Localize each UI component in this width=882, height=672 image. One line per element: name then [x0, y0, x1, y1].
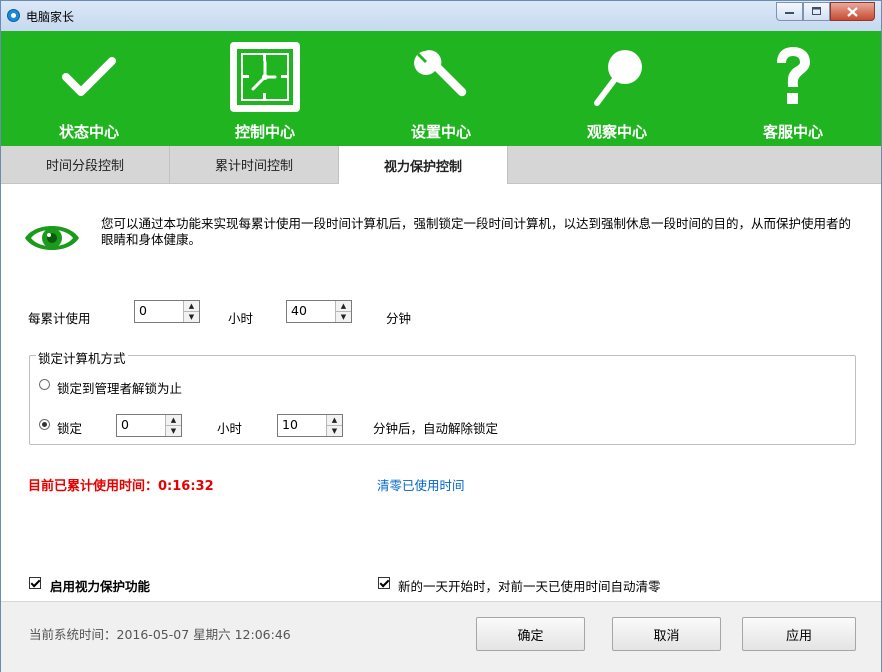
close-icon	[847, 6, 858, 17]
apply-button[interactable]: 应用	[742, 617, 856, 651]
nav-item-observe[interactable]: 观察中心	[531, 31, 703, 146]
usage-hours-value[interactable]: 0	[135, 301, 183, 322]
usage-hours-unit: 小时	[228, 311, 254, 326]
magnifier-icon	[577, 37, 657, 117]
main-nav: 状态中心 控制中心 设置中心 观察中心 客服中心	[1, 31, 881, 146]
footer-bar: 当前系统时间：2016-05-07 星期六 12:06:46 确定 取消 应用	[1, 601, 881, 672]
enable-vision-protection-checkbox[interactable]	[29, 577, 41, 589]
current-usage-time: 目前已累计使用时间：0:16:32	[28, 479, 214, 494]
spin-up-icon[interactable]: ▲	[336, 301, 351, 311]
usage-hours-stepper[interactable]: 0 ▲ ▼	[134, 300, 200, 323]
maximize-button[interactable]	[803, 2, 830, 21]
spin-down-icon[interactable]: ▼	[327, 425, 342, 436]
clear-usage-link[interactable]: 清零已使用时间	[377, 475, 465, 494]
lock-hours-unit: 小时	[217, 421, 243, 436]
system-time: 当前系统时间：2016-05-07 星期六 12:06:46	[29, 627, 291, 642]
nav-label-settings: 设置中心	[410, 123, 471, 141]
lock-method-title: 锁定计算机方式	[36, 348, 128, 367]
nav-item-status[interactable]: 状态中心	[3, 31, 175, 146]
vision-protection-panel: 您可以通过本功能来实现每累计使用一段时间计算机后，强制锁定一段时间计算机，以达到…	[1, 184, 881, 601]
lock-timed-radio[interactable]	[39, 419, 50, 430]
feature-description: 您可以通过本功能来实现每累计使用一段时间计算机后，强制锁定一段时间计算机，以达到…	[101, 216, 852, 247]
clock-icon	[225, 37, 305, 117]
minimize-icon	[784, 11, 794, 14]
nav-item-control[interactable]: 控制中心	[179, 31, 351, 146]
spin-up-icon[interactable]: ▲	[327, 415, 342, 425]
eye-icon	[25, 226, 79, 250]
nav-item-support[interactable]: 客服中心	[707, 31, 879, 146]
checkmark-icon	[49, 37, 129, 117]
nav-label-observe: 观察中心	[586, 123, 647, 141]
window-controls	[776, 2, 875, 21]
maximize-icon	[811, 7, 821, 15]
spin-down-icon[interactable]: ▼	[184, 311, 199, 322]
lock-hours-stepper[interactable]: 0 ▲ ▼	[116, 414, 182, 437]
spin-up-icon[interactable]: ▲	[184, 301, 199, 311]
lock-minutes-stepper[interactable]: 10 ▲ ▼	[277, 414, 343, 437]
spin-up-icon[interactable]: ▲	[166, 415, 181, 425]
tab-cumulative-time[interactable]: 累计时间控制	[170, 146, 339, 183]
nav-label-status: 状态中心	[58, 123, 119, 141]
tab-vision-protection[interactable]: 视力保护控制	[339, 146, 508, 184]
spin-down-icon[interactable]: ▼	[166, 425, 181, 436]
ok-button[interactable]: 确定	[476, 617, 585, 651]
enable-vision-protection-label[interactable]: 启用视力保护功能	[50, 576, 150, 595]
close-button[interactable]	[830, 2, 875, 21]
auto-reset-label[interactable]: 新的一天开始时，对前一天已使用时间自动清零	[398, 576, 661, 595]
spin-down-icon[interactable]: ▼	[336, 311, 351, 322]
wrench-icon	[401, 37, 481, 117]
auto-reset-checkbox[interactable]	[378, 577, 390, 589]
nav-label-control: 控制中心	[234, 123, 295, 141]
usage-minutes-stepper[interactable]: 40 ▲ ▼	[286, 300, 352, 323]
minimize-button[interactable]	[776, 2, 803, 21]
app-logo-icon	[7, 9, 20, 22]
lock-timed-label[interactable]: 锁定	[57, 418, 82, 437]
nav-label-support: 客服中心	[762, 123, 823, 141]
lock-until-admin-radio[interactable]	[39, 379, 50, 390]
app-window: 电脑家长 状态中心 控制中心 设置中心 观察中心 客服中心 时间分段控制 累计时…	[0, 0, 882, 672]
lock-hours-value[interactable]: 0	[117, 415, 165, 436]
usage-minutes-unit: 分钟	[386, 311, 412, 326]
lock-minutes-value[interactable]: 10	[278, 415, 326, 436]
usage-minutes-value[interactable]: 40	[287, 301, 335, 322]
lock-until-admin-label[interactable]: 锁定到管理者解锁为止	[57, 378, 182, 397]
tab-bar: 时间分段控制 累计时间控制 视力保护控制	[1, 146, 881, 184]
window-title: 电脑家长	[26, 10, 75, 24]
lock-minutes-unit: 分钟后，自动解除锁定	[373, 421, 499, 436]
title-bar[interactable]: 电脑家长	[1, 1, 881, 31]
question-icon	[753, 37, 833, 117]
tab-time-segment[interactable]: 时间分段控制	[1, 146, 170, 183]
cancel-button[interactable]: 取消	[612, 617, 721, 651]
nav-item-settings[interactable]: 设置中心	[355, 31, 527, 146]
usage-label: 每累计使用	[28, 311, 91, 326]
